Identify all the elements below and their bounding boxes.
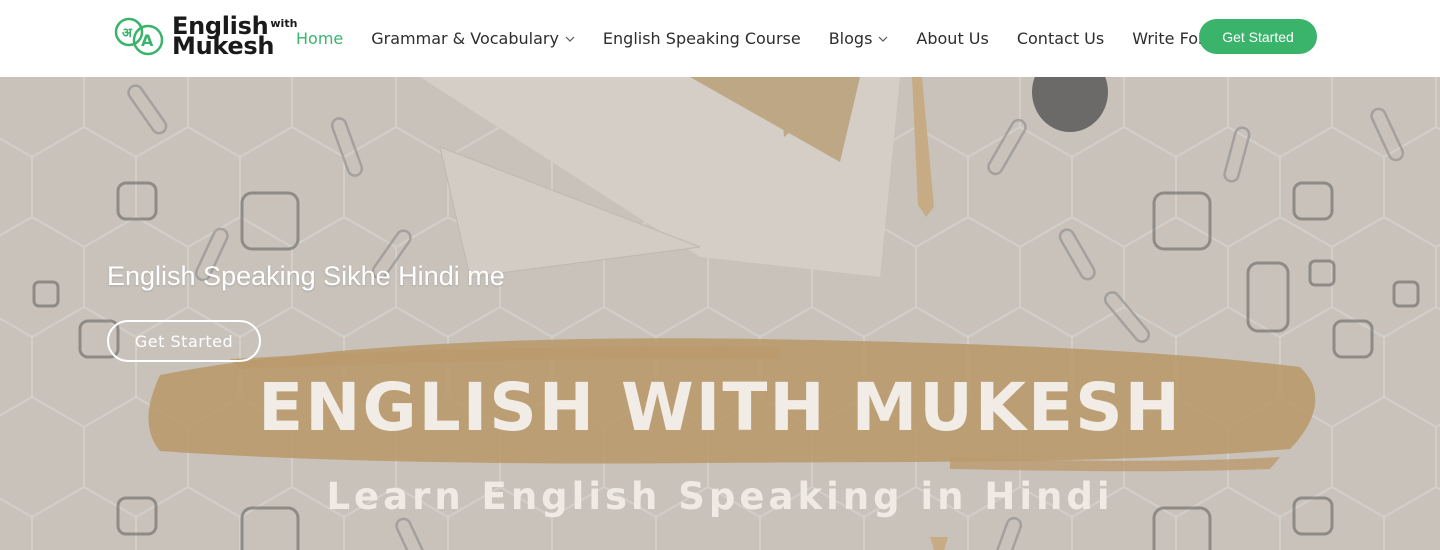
hero-get-started-button[interactable]: Get Started bbox=[107, 320, 261, 362]
logo-word-mukesh: Mukesh bbox=[172, 31, 275, 60]
chevron-down-icon bbox=[878, 36, 888, 42]
site-header: अ A English with Mukesh Home Grammar & V… bbox=[0, 0, 1440, 77]
nav-item-grammar-vocabulary[interactable]: Grammar & Vocabulary bbox=[371, 29, 575, 48]
site-logo[interactable]: अ A English with Mukesh bbox=[114, 12, 297, 60]
nav-item-about-us[interactable]: About Us bbox=[916, 29, 988, 48]
nav-item-contact-us[interactable]: Contact Us bbox=[1017, 29, 1104, 48]
logo-mark-icon: अ A bbox=[114, 13, 166, 59]
page: अ A English with Mukesh Home Grammar & V… bbox=[0, 0, 1440, 550]
hero-banner: English Speaking Sikhe Hindi me Get Star… bbox=[0, 77, 1440, 550]
banner-subtitle: Learn English Speaking in Hindi bbox=[326, 475, 1114, 518]
svg-text:A: A bbox=[141, 31, 154, 50]
svg-text:अ: अ bbox=[122, 26, 133, 41]
logo-wordmark: English with Mukesh bbox=[172, 14, 297, 59]
nav-item-blogs[interactable]: Blogs bbox=[829, 29, 889, 48]
logo-word-with: with bbox=[270, 16, 298, 30]
nav-item-home[interactable]: Home bbox=[296, 29, 343, 48]
banner-title: ENGLISH WITH MUKESH bbox=[258, 369, 1182, 446]
hero-headline: English Speaking Sikhe Hindi me bbox=[107, 261, 505, 291]
main-nav: Home Grammar & Vocabulary English Speaki… bbox=[296, 0, 1258, 77]
header-get-started-button[interactable]: Get Started bbox=[1199, 19, 1317, 54]
nav-item-english-speaking-course[interactable]: English Speaking Course bbox=[603, 29, 801, 48]
chevron-down-icon bbox=[565, 36, 575, 42]
